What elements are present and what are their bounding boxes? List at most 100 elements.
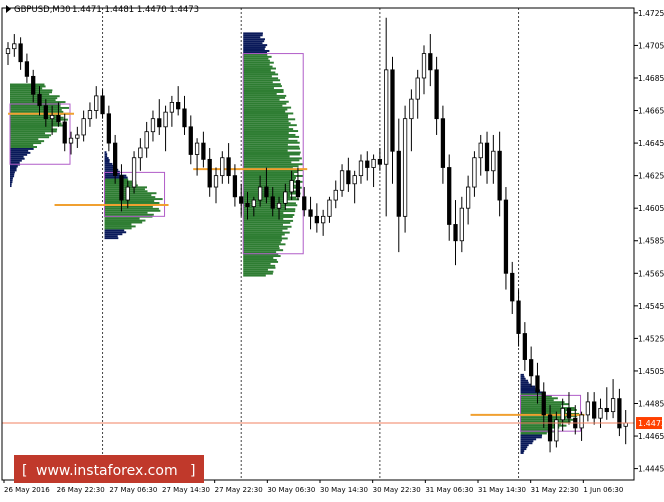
volume-profile-bar — [10, 179, 13, 182]
candle-body — [308, 209, 313, 217]
volume-profile-bar — [243, 196, 297, 199]
candle-body — [529, 359, 534, 377]
candle-body — [75, 134, 80, 139]
time-tick-label: 31 May 22:30 — [531, 486, 579, 494]
volume-profile-bar — [243, 227, 288, 230]
ohlc-readout: 1.4471 1.4481 1.4470 1.4473 — [72, 5, 199, 15]
volume-profile-bar — [243, 71, 276, 74]
candle-body — [56, 115, 61, 123]
volume-profile-bar — [10, 138, 39, 141]
volume-profile-bar — [10, 120, 57, 123]
volume-profile-bar — [10, 146, 38, 148]
volume-profile-bar — [104, 211, 148, 214]
candle-body — [579, 414, 584, 429]
symbol-label: GBPUSD,M30 — [14, 5, 71, 15]
volume-profile-bar — [243, 32, 263, 35]
volume-profile-bar — [243, 112, 294, 115]
candle-body — [516, 300, 521, 334]
candle-body — [585, 401, 591, 416]
volume-profile-bar — [104, 164, 114, 167]
volume-profile-bar — [243, 258, 277, 261]
candle-body — [415, 77, 420, 100]
volume-profile-bar — [520, 436, 542, 439]
volume-profile-bar — [243, 81, 273, 84]
volume-profile-bar — [243, 210, 296, 213]
volume-profile-bar — [104, 202, 160, 204]
candle-body — [453, 224, 458, 242]
volume-profile-bar — [243, 182, 295, 185]
volume-profile-bar — [243, 219, 294, 222]
candle-body — [384, 69, 389, 165]
candle-body — [421, 53, 427, 79]
candle-body — [176, 102, 181, 110]
volume-profile-bar — [10, 175, 15, 178]
volume-profile-bar — [243, 157, 302, 160]
watermark[interactable]: [ www.instaforex.com ] — [14, 455, 204, 483]
volume-profile-bar — [520, 405, 562, 408]
volume-profile-bar — [243, 184, 296, 187]
candle-body — [43, 105, 48, 120]
volume-profile-bar — [243, 159, 300, 162]
volume-profile-bar — [10, 151, 31, 154]
volume-profile-bar — [243, 274, 266, 277]
candle-body — [37, 93, 42, 107]
volume-profile-bar — [10, 110, 64, 113]
volume-profile-bar — [243, 143, 288, 146]
volume-profile-bar — [10, 93, 50, 96]
candle-body — [333, 189, 338, 201]
volume-profile-bar — [10, 185, 12, 188]
volume-profile-bar — [10, 171, 15, 174]
candle-body — [87, 110, 93, 120]
volume-profile-bar — [243, 270, 274, 273]
candle-body — [220, 157, 225, 177]
volume-profile-bar — [243, 85, 282, 88]
candle-body — [113, 142, 118, 177]
candle-body — [541, 391, 546, 416]
volume-profile-bar — [10, 161, 20, 164]
volume-profile-bar — [243, 104, 283, 107]
time-tick-label: 30 May 22:30 — [373, 486, 421, 494]
candle-body — [365, 160, 370, 168]
candle-body — [604, 407, 609, 413]
volume-profile-bar — [243, 243, 286, 246]
volume-profile-bar — [104, 162, 113, 165]
volume-profile-bar — [243, 130, 299, 133]
candle-body — [264, 186, 269, 198]
candle-body — [5, 48, 11, 54]
volume-profile-bar — [10, 155, 24, 158]
price-chart[interactable]: 1.4725 1.4705 1.4685 1.4665 1.4645 1.4625 1.46… — [0, 0, 664, 498]
volume-profile-bar — [10, 183, 12, 186]
volume-profile-bar — [243, 249, 284, 252]
volume-profile-bar — [10, 157, 25, 160]
candle-body — [314, 215, 319, 224]
volume-profile-bar — [10, 159, 22, 162]
volume-profile-bar — [104, 231, 127, 234]
time-tick-label: 27 May 14:30 — [162, 486, 210, 494]
volume-profile-bar — [10, 136, 50, 139]
watermark-text[interactable]: www.instaforex.com — [36, 463, 178, 479]
candle-body — [125, 186, 130, 201]
volume-profile-bar — [243, 73, 279, 76]
volume-profile-bar — [104, 227, 132, 230]
volume-profile-bar — [10, 128, 58, 131]
volume-profile-bar — [243, 204, 298, 207]
volume-profile-bar — [243, 44, 268, 47]
volume-profile-bar — [243, 233, 285, 236]
volume-profile-bar — [104, 192, 157, 195]
price-tick-label: 1.4585 — [638, 237, 664, 246]
candle-body — [157, 118, 162, 128]
volume-profile-bar — [243, 120, 289, 123]
price-axis[interactable]: 1.4725 1.4705 1.4685 1.4665 1.4645 1.4625 1.46… — [634, 9, 664, 474]
chart-window[interactable]: 1.4725 1.4705 1.4685 1.4665 1.4645 1.4625 1.46… — [0, 0, 664, 498]
candle-body — [478, 142, 483, 159]
volume-profile-bar — [243, 217, 284, 220]
watermark-bracket-left: [ — [22, 463, 27, 479]
volume-profile-bar — [243, 149, 288, 152]
volume-profile-bar — [243, 245, 280, 248]
watermark-bracket-right: ] — [190, 463, 195, 479]
volume-profile-bar — [243, 124, 297, 127]
volume-profile-bar — [243, 190, 297, 193]
volume-profile-bar — [520, 434, 543, 437]
candle-body — [144, 131, 149, 149]
candle-body — [371, 158, 376, 168]
